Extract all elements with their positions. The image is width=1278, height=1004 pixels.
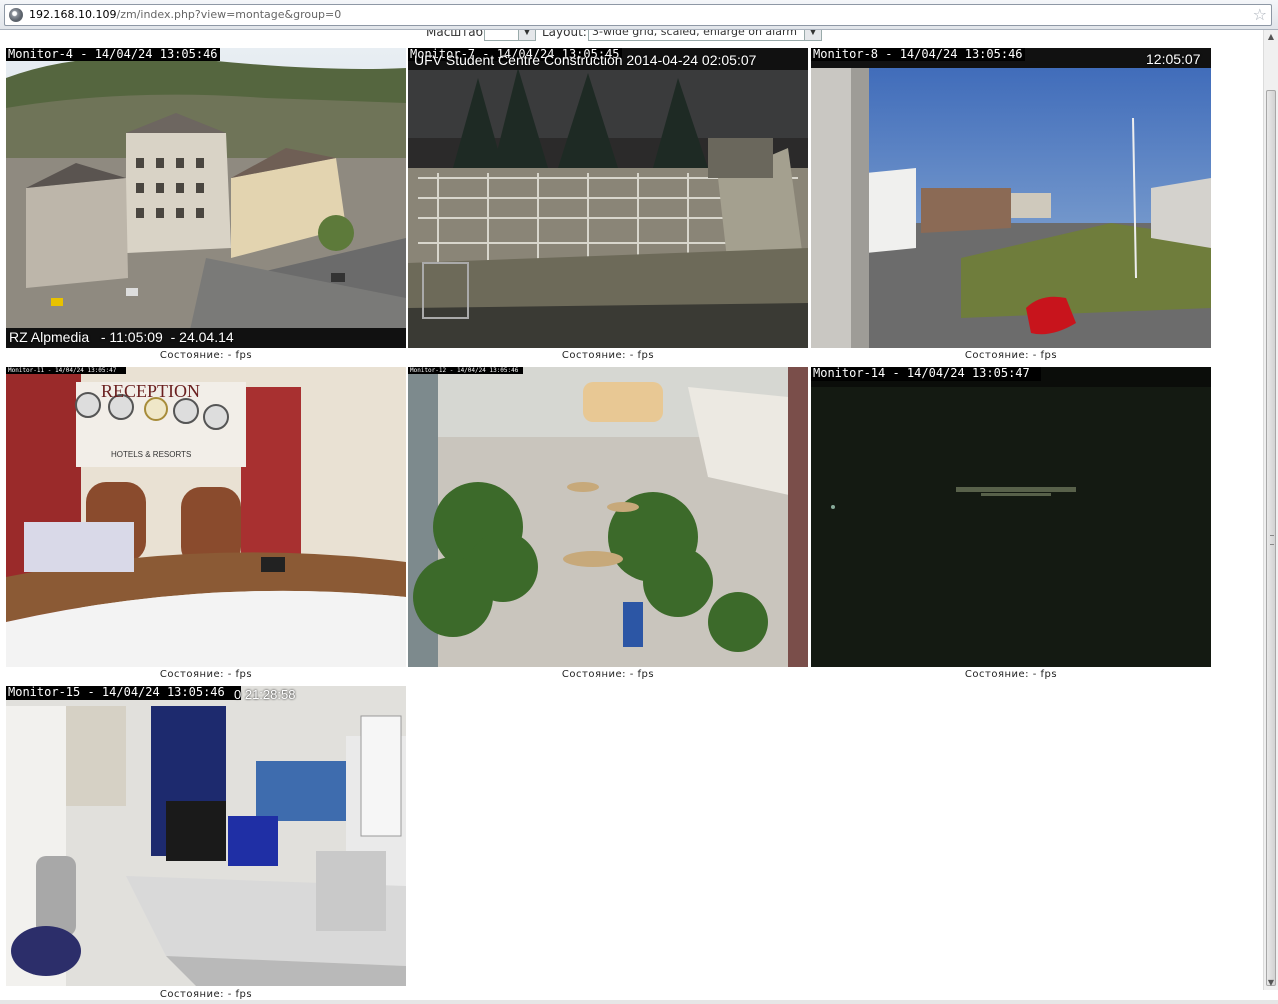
star-icon[interactable]: ☆ [1253,6,1267,24]
layout-select[interactable]: 3-wide grid, scaled, enlarge on alarm ▼ [588,30,822,41]
horizontal-scrollbar[interactable] [0,1000,1278,1004]
camera-overlay-text: UFV Student Centre Construction 2014-04-… [414,52,757,68]
browser-toolbar: 192.168.10.109/zm/index.php?view=montage… [0,0,1278,30]
monitor-15-status: Состояние: - fps [159,989,253,1000]
monitor-12-status: Состояние: - fps [561,669,655,680]
grip-icon [1270,535,1274,545]
monitor-4-status: Состояние: - fps [159,350,253,361]
vertical-scrollbar[interactable]: ▲ ▼ [1263,30,1278,990]
monitor-4-feed[interactable]: Monitor-4 - 14/04/24 13:05:46 RZ Alpmedi… [6,48,406,348]
camera-overlay-text: 0 21:28:58 [234,687,296,702]
scale-label: Масштаб: [426,30,488,39]
address-bar[interactable]: 192.168.10.109/zm/index.php?view=montage… [4,4,1272,26]
monitor-7-feed[interactable]: Monitor-7 - 14/04/24 13:05:45 UFV Studen… [408,48,808,348]
monitor-14-feed[interactable]: Monitor-14 - 14/04/24 13:05:47 [811,367,1211,667]
url-path: /zm/index.php?view=montage&group=0 [116,8,342,21]
monitor-osd: Monitor-8 - 14/04/24 13:05:46 [811,48,1025,61]
monitor-8-feed[interactable]: Monitor-8 - 14/04/24 13:05:46 12:05:07 [811,48,1211,348]
url-text[interactable]: 192.168.10.109/zm/index.php?view=montage… [29,8,341,22]
reception-sign: RECEPTION [101,381,200,401]
camera-overlay-text: 12:05:07 [1146,51,1201,67]
hotels-sign: HOTELS & RESORTS [111,450,191,459]
chevron-down-icon[interactable]: ▼ [518,30,535,40]
monitor-12-feed[interactable]: Monitor-12 - 14/04/24 13:05:46 [408,367,808,667]
globe-icon [9,8,23,22]
scrollbar-thumb[interactable] [1266,90,1276,986]
monitor-osd: Monitor-11 - 14/04/24 13:05:47 [6,367,119,374]
camera-overlay-text: RZ Alpmedia - 11:05:09 - 24.04.14 [9,329,234,345]
monitor-osd: Monitor-4 - 14/04/24 13:05:46 [6,48,220,61]
monitor-15-feed[interactable]: Monitor-15 - 14/04/24 13:05:46 0 21:28:5… [6,686,406,986]
monitor-11-status: Состояние: - fps [159,669,253,680]
montage-controls: Масштаб: ▼ Layout: 3-wide grid, scaled, … [0,30,1264,46]
monitor-osd: Monitor-15 - 14/04/24 13:05:46 [6,686,227,699]
monitor-7-status: Состояние: - fps [561,350,655,361]
scroll-up-icon[interactable]: ▲ [1264,30,1278,44]
monitor-osd: Monitor-12 - 14/04/24 13:05:46 [408,367,521,374]
monitor-14-status: Состояние: - fps [964,669,1058,680]
scale-select[interactable]: ▼ [484,30,536,41]
monitor-11-feed[interactable]: HOTELS & RESORTS Monitor-11 - 14/04/24 1… [6,367,406,667]
chevron-down-icon[interactable]: ▼ [804,30,821,40]
monitor-osd: Monitor-14 - 14/04/24 13:05:47 [811,367,1032,380]
url-host: 192.168.10.109 [29,8,117,21]
layout-label: Layout: [542,30,587,39]
scroll-down-icon[interactable]: ▼ [1264,976,1278,990]
layout-value: 3-wide grid, scaled, enlarge on alarm [592,30,798,38]
monitor-8-status: Состояние: - fps [964,350,1058,361]
